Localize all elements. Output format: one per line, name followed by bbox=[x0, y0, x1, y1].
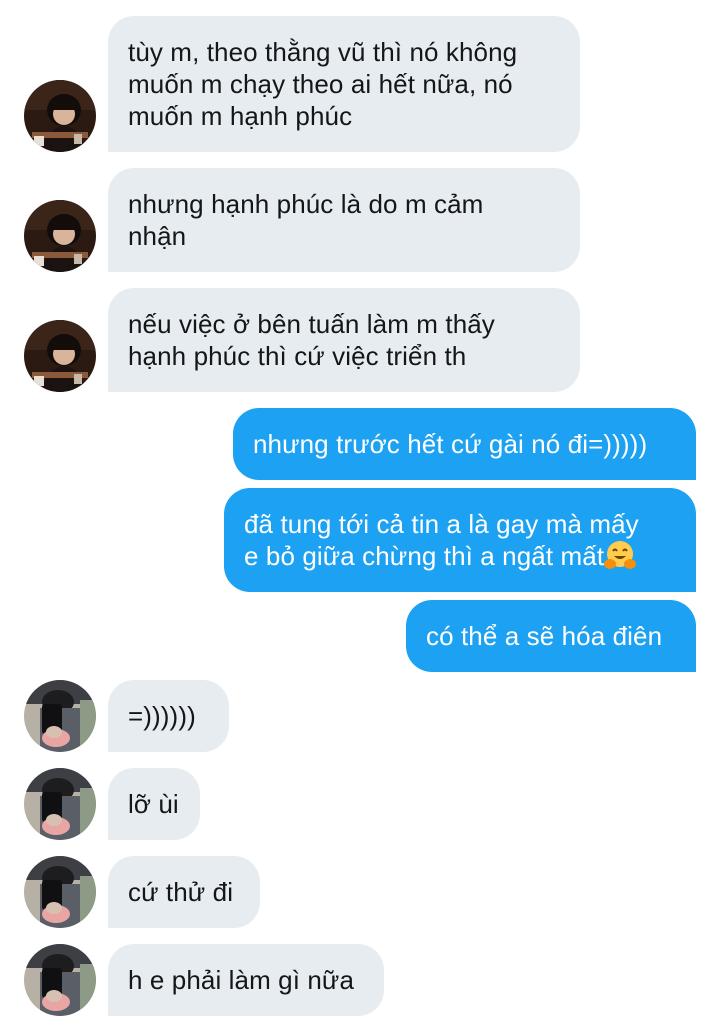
avatar[interactable] bbox=[24, 768, 96, 840]
avatar[interactable] bbox=[24, 944, 96, 1016]
message-bubble-incoming[interactable]: h e phải làm gì nữa bbox=[108, 944, 384, 1016]
avatar[interactable] bbox=[24, 320, 96, 392]
message-bubble-incoming[interactable]: nhưng hạnh phúc là do m cảm nhận bbox=[108, 168, 580, 272]
message-bubble-incoming[interactable]: lỡ ùi bbox=[108, 768, 200, 840]
hugging-face-emoji-icon bbox=[604, 540, 637, 570]
message-bubble-incoming[interactable]: cứ thử đi bbox=[108, 856, 260, 928]
message-bubble-outgoing[interactable]: nhưng trước hết cứ gài nó đi=))))) bbox=[233, 408, 696, 480]
message-text: đã tung tới cả tin a là gay mà mấy e bỏ … bbox=[244, 509, 639, 571]
message-bubble-incoming[interactable]: nếu việc ở bên tuấn làm m thấy hạnh phúc… bbox=[108, 288, 580, 392]
avatar[interactable] bbox=[24, 80, 96, 152]
avatar[interactable] bbox=[24, 200, 96, 272]
message-bubble-outgoing[interactable]: có thể a sẽ hóa điên bbox=[406, 600, 696, 672]
avatar[interactable] bbox=[24, 680, 96, 752]
message-bubble-outgoing[interactable]: đã tung tới cả tin a là gay mà mấy e bỏ … bbox=[224, 488, 696, 592]
message-bubble-incoming[interactable]: =)))))) bbox=[108, 680, 229, 752]
avatar[interactable] bbox=[24, 856, 96, 928]
message-bubble-incoming[interactable]: tùy m, theo thằng vũ thì nó không muốn m… bbox=[108, 16, 580, 152]
